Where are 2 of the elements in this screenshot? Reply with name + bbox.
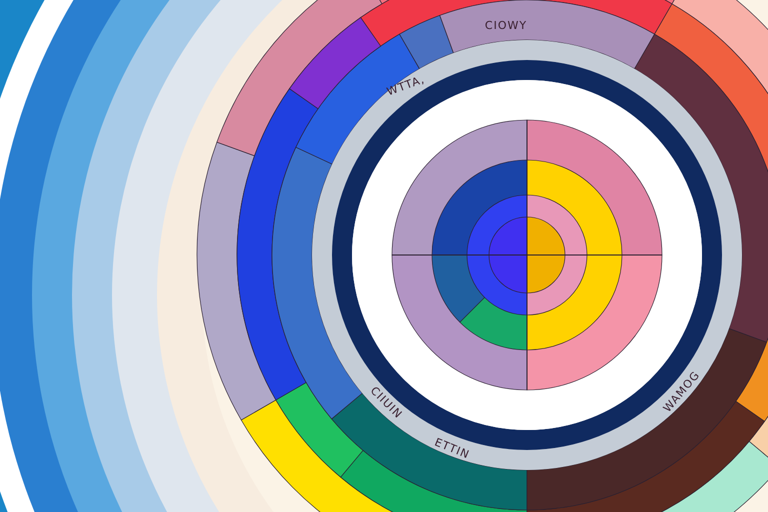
ring-label: WTTA, — [385, 72, 427, 98]
ring-label: CIOWY — [484, 19, 528, 32]
